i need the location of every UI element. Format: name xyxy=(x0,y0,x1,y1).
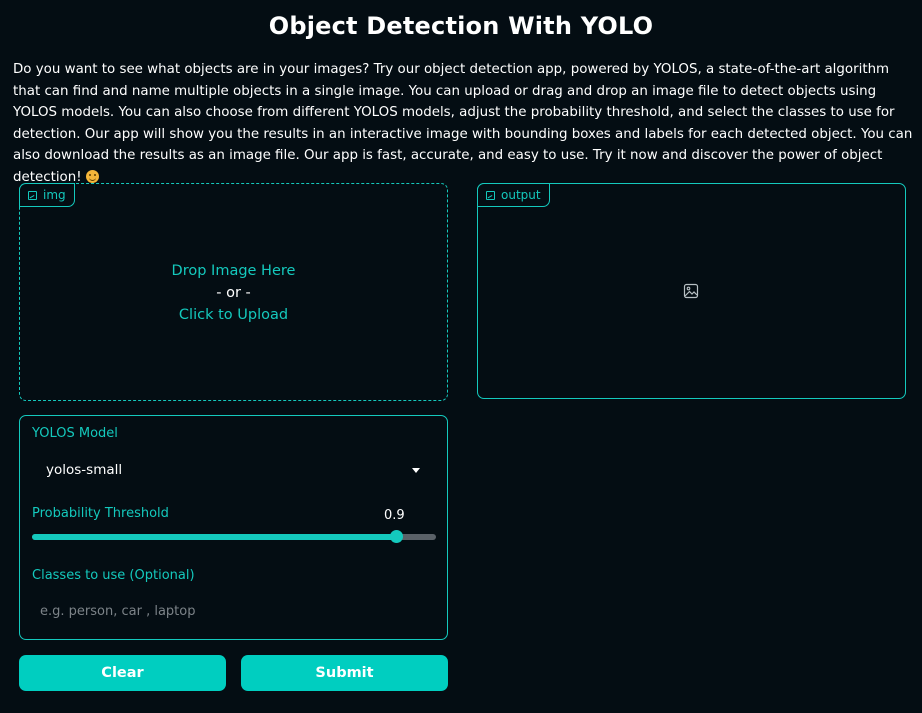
input-image-label: img xyxy=(43,188,66,202)
description-text: Do you want to see what objects are in y… xyxy=(13,62,913,185)
clear-button[interactable]: Clear xyxy=(19,655,226,691)
classes-label: Classes to use (Optional) xyxy=(32,568,195,583)
output-image-label: output xyxy=(501,188,541,202)
chevron-down-icon xyxy=(412,468,420,473)
threshold-slider-fill xyxy=(32,534,396,540)
image-icon xyxy=(28,190,37,200)
output-image-label-tag: output xyxy=(477,183,550,207)
click-to-upload-text[interactable]: Click to Upload xyxy=(20,304,447,326)
threshold-value: 0.9 xyxy=(384,508,405,523)
page-title: Object Detection With YOLO xyxy=(268,12,654,40)
threshold-slider-handle[interactable] xyxy=(389,530,403,543)
classes-input[interactable] xyxy=(32,597,436,625)
threshold-label: Probability Threshold xyxy=(32,506,169,521)
drop-instructions[interactable]: Drop Image Here - or - Click to Upload xyxy=(20,260,447,326)
app-page: Object Detection With YOLO Do you want t… xyxy=(0,0,922,713)
page-description: Do you want to see what objects are in y… xyxy=(13,59,913,189)
drop-image-text: Drop Image Here xyxy=(171,263,296,279)
model-label: YOLOS Model xyxy=(32,426,118,441)
output-image-panel: output xyxy=(477,183,906,399)
submit-button[interactable]: Submit xyxy=(241,655,448,691)
image-upload-dropzone[interactable]: img Drop Image Here - or - Click to Uplo… xyxy=(19,183,448,401)
image-placeholder-icon xyxy=(683,283,699,299)
threshold-slider[interactable] xyxy=(32,530,436,543)
input-image-label-tag: img xyxy=(19,183,75,207)
or-text: - or - xyxy=(216,285,251,301)
model-dropdown[interactable]: yolos-small xyxy=(34,456,432,484)
model-dropdown-value: yolos-small xyxy=(46,462,123,478)
settings-panel: YOLOS Model yolos-small Probability Thre… xyxy=(19,415,448,640)
image-icon xyxy=(486,190,495,200)
smiling-face-emoji-icon xyxy=(85,169,99,183)
